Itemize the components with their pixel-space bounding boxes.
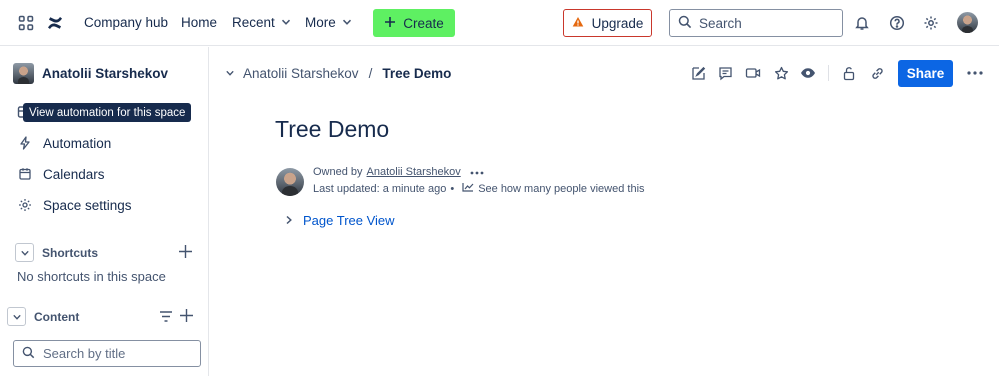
comment-icon[interactable] <box>716 64 734 82</box>
app-switcher-icon[interactable] <box>15 12 37 34</box>
search-by-title-input[interactable]: Search by title <box>13 340 201 367</box>
page-tree-view-link[interactable]: Page Tree View <box>303 213 395 228</box>
share-button[interactable]: Share <box>898 60 953 87</box>
more-menu[interactable]: More <box>305 15 352 30</box>
calendar-icon <box>17 166 33 182</box>
sidebar-item-automation[interactable]: Automation <box>17 135 225 151</box>
bullet-separator: • <box>450 182 455 195</box>
filter-icon[interactable] <box>159 310 175 323</box>
search-placeholder: Search <box>699 15 742 31</box>
shortcuts-collapse-button[interactable] <box>15 243 34 262</box>
more-actions-ellipsis-icon[interactable] <box>966 64 984 82</box>
toolbar-divider <box>828 65 829 81</box>
upgrade-button[interactable]: Upgrade <box>563 9 652 37</box>
page-tree-expand[interactable]: Page Tree View <box>285 213 395 228</box>
chevron-down-icon <box>281 15 291 30</box>
byline-more-ellipsis-icon[interactable] <box>470 166 484 178</box>
analytics-chart-icon <box>462 182 474 195</box>
space-avatar <box>13 63 34 84</box>
breadcrumb: Anatolii Starshekov / Tree Demo <box>225 66 451 81</box>
home-link[interactable]: Home <box>181 15 217 30</box>
help-icon[interactable] <box>886 12 908 34</box>
create-button[interactable]: Create <box>373 9 455 37</box>
sidebar-item-label: Calendars <box>43 166 105 182</box>
owned-by-prefix: Owned by <box>313 166 363 178</box>
sidebar-item-calendars[interactable]: Calendars <box>17 166 225 182</box>
notifications-bell-icon[interactable] <box>851 12 873 34</box>
upgrade-label: Upgrade <box>591 15 644 31</box>
shortcuts-title: Shortcuts <box>42 245 99 260</box>
owner-avatar[interactable] <box>276 168 304 196</box>
byline-meta: Last updated: a minute ago • See how man… <box>313 182 645 195</box>
space-header[interactable]: Anatolii Starshekov <box>13 63 221 84</box>
tooltip: View automation for this space <box>23 103 192 122</box>
create-label: Create <box>403 15 444 31</box>
company-hub-link[interactable]: Company hub <box>84 15 168 30</box>
settings-gear-icon[interactable] <box>920 12 942 34</box>
search-input[interactable]: Search <box>669 9 843 37</box>
breadcrumb-expand-chevron-icon[interactable] <box>225 66 235 81</box>
search-icon <box>22 346 35 362</box>
search-by-title-placeholder: Search by title <box>43 346 126 361</box>
sidebar-item-label: Space settings <box>43 197 132 213</box>
content-title: Content <box>34 309 80 324</box>
page-title: Tree Demo <box>275 116 390 142</box>
breadcrumb-separator: / <box>368 66 373 81</box>
chevron-down-icon <box>342 15 352 30</box>
edit-pencil-icon[interactable] <box>689 64 707 82</box>
breadcrumb-current-page[interactable]: Tree Demo <box>382 66 451 81</box>
gear-icon <box>17 197 33 213</box>
search-icon <box>678 15 692 32</box>
chevron-right-icon[interactable] <box>285 213 293 228</box>
last-updated-text[interactable]: Last updated: a minute ago <box>313 183 446 195</box>
copy-link-icon[interactable] <box>868 64 886 82</box>
user-avatar[interactable] <box>957 12 978 33</box>
content-collapse-button[interactable] <box>7 307 26 326</box>
confluence-logo-icon[interactable] <box>46 13 66 33</box>
sidebar-item-label: Automation <box>43 135 112 151</box>
lightning-icon <box>17 135 33 151</box>
star-icon[interactable] <box>772 64 790 82</box>
recent-menu[interactable]: Recent <box>232 15 291 30</box>
more-label: More <box>305 15 336 30</box>
recent-label: Recent <box>232 15 275 30</box>
view-analytics-link[interactable]: See how many people viewed this <box>478 183 644 195</box>
add-shortcut-plus-icon[interactable] <box>178 244 194 259</box>
restrictions-lock-icon[interactable] <box>840 64 858 82</box>
top-navigation-bar: Company hub Home Recent More Create Upgr… <box>0 0 999 46</box>
add-content-plus-icon[interactable] <box>179 308 195 323</box>
space-sidebar: Anatolii Starshekov View automation for … <box>0 47 209 376</box>
page-content-area: Anatolii Starshekov / Tree Demo Share Tr… <box>210 47 999 376</box>
owner-link[interactable]: Anatolii Starshekov <box>367 166 461 178</box>
plus-icon <box>384 16 396 31</box>
watch-eye-icon[interactable] <box>799 64 817 82</box>
space-name: Anatolii Starshekov <box>42 66 169 81</box>
warning-icon <box>572 16 584 31</box>
byline-owner: Owned by Anatolii Starshekov <box>313 166 484 178</box>
video-icon[interactable] <box>744 64 762 82</box>
shortcuts-empty-text: No shortcuts in this space <box>17 269 166 284</box>
breadcrumb-space-link[interactable]: Anatolii Starshekov <box>243 66 359 81</box>
sidebar-item-space-settings[interactable]: Space settings <box>17 197 225 213</box>
